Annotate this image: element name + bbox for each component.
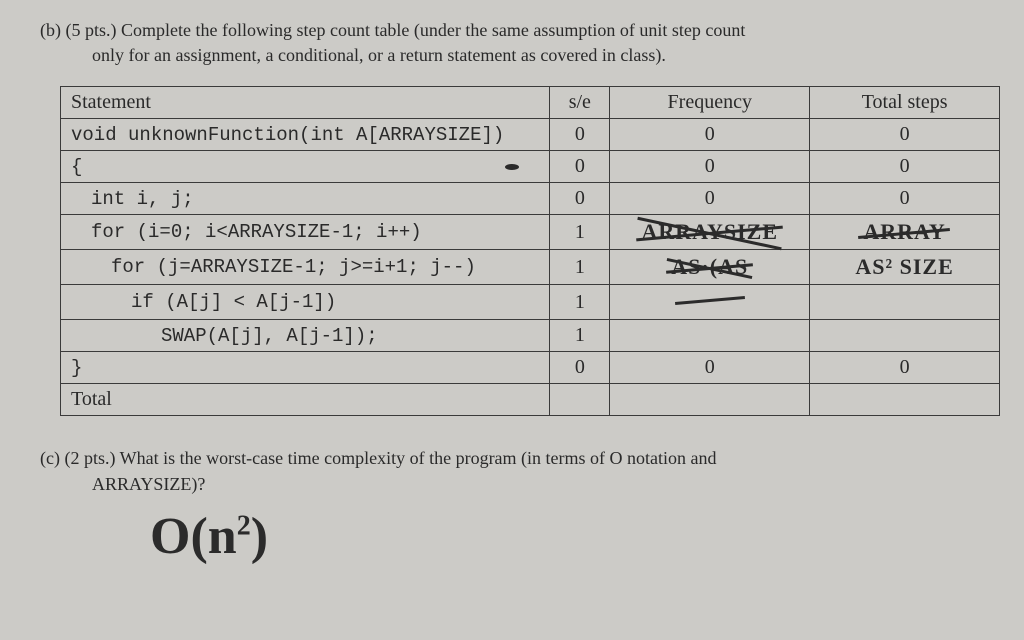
freq-cell xyxy=(610,285,810,320)
total-cell: 0 xyxy=(810,151,1000,183)
total-cell: 0 xyxy=(810,352,1000,384)
se-total xyxy=(550,384,610,416)
stmt-cell: void unknownFunction(int A[ARRAYSIZE]) xyxy=(61,119,550,151)
total-cell: ARRAY xyxy=(810,215,1000,250)
total-cell xyxy=(810,320,1000,352)
question-b-text1: Complete the following step count table … xyxy=(121,20,745,40)
table-row: } 0 0 0 xyxy=(61,352,1000,384)
total-total xyxy=(810,384,1000,416)
se-cell: 0 xyxy=(550,119,610,151)
freq-cell: AS·(AS xyxy=(610,250,810,285)
table-row: SWAP(A[j], A[j-1]); 1 xyxy=(61,320,1000,352)
header-frequency: Frequency xyxy=(610,87,810,119)
table-row: for (j=ARRAYSIZE-1; j>=i+1; j--) 1 AS·(A… xyxy=(61,250,1000,285)
table-header-row: Statement s/e Frequency Total steps xyxy=(61,87,1000,119)
freq-cell: ARRAYSIZE xyxy=(610,215,810,250)
question-c: (c) (2 pts.) What is the worst-case time… xyxy=(30,446,994,496)
freq-cell: 0 xyxy=(610,352,810,384)
question-b: (b) (5 pts.) Complete the following step… xyxy=(30,18,994,68)
total-cell: 0 xyxy=(810,183,1000,215)
freq-cell: 0 xyxy=(610,151,810,183)
answer-c-handwritten: O(n2) xyxy=(150,507,994,566)
header-statement: Statement xyxy=(61,87,550,119)
total-cell: 0 xyxy=(810,119,1000,151)
stmt-cell: SWAP(A[j], A[j-1]); xyxy=(61,320,550,352)
question-c-label: (c) (2 pts.) xyxy=(40,448,115,468)
se-cell: 0 xyxy=(550,151,610,183)
question-c-text2: ARRAYSIZE)? xyxy=(40,472,994,497)
se-cell: 1 xyxy=(550,285,610,320)
table-total-row: Total xyxy=(61,384,1000,416)
header-se: s/e xyxy=(550,87,610,119)
se-cell: 0 xyxy=(550,183,610,215)
total-cell xyxy=(810,285,1000,320)
se-cell: 0 xyxy=(550,352,610,384)
freq-cell: 0 xyxy=(610,183,810,215)
stmt-cell: int i, j; xyxy=(61,183,550,215)
stmt-cell: } xyxy=(61,352,550,384)
question-c-text1: What is the worst-case time complexity o… xyxy=(120,448,717,468)
stmt-cell: for (i=0; i<ARRAYSIZE-1; i++) xyxy=(61,215,550,250)
table-row: for (i=0; i<ARRAYSIZE-1; i++) 1 ARRAYSIZ… xyxy=(61,215,1000,250)
se-cell: 1 xyxy=(550,250,610,285)
freq-total xyxy=(610,384,810,416)
table-row: if (A[j] < A[j-1]) 1 xyxy=(61,285,1000,320)
se-cell: 1 xyxy=(550,320,610,352)
step-count-table: Statement s/e Frequency Total steps void… xyxy=(60,86,1000,416)
total-cell: AS² SIZE xyxy=(810,250,1000,285)
stmt-cell: { xyxy=(61,151,550,183)
question-b-label: (b) (5 pts.) xyxy=(40,20,116,40)
ink-dot-icon xyxy=(505,164,519,170)
freq-cell: 0 xyxy=(610,119,810,151)
stmt-cell: if (A[j] < A[j-1]) xyxy=(61,285,550,320)
freq-cell xyxy=(610,320,810,352)
table-row: int i, j; 0 0 0 xyxy=(61,183,1000,215)
question-b-text2: only for an assignment, a conditional, o… xyxy=(40,43,994,68)
table-row: void unknownFunction(int A[ARRAYSIZE]) 0… xyxy=(61,119,1000,151)
se-cell: 1 xyxy=(550,215,610,250)
total-label: Total xyxy=(61,384,550,416)
header-total: Total steps xyxy=(810,87,1000,119)
stmt-cell: for (j=ARRAYSIZE-1; j>=i+1; j--) xyxy=(61,250,550,285)
table-row: { 0 0 0 xyxy=(61,151,1000,183)
